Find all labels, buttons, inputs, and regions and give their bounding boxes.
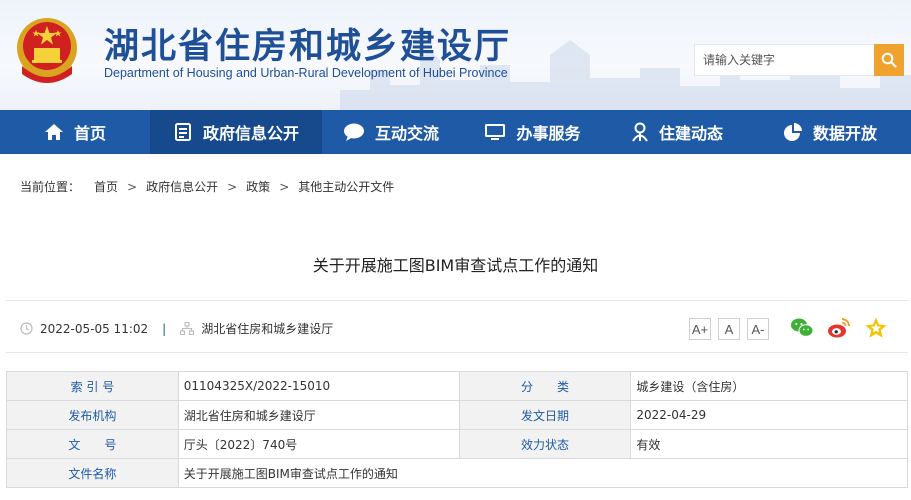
table-row: 文件名称 关于开展施工图BIM审查试点工作的通知	[6, 458, 909, 488]
favorite-star-icon[interactable]	[864, 316, 888, 340]
category-label: 分 类	[458, 371, 632, 401]
person-pin-icon	[632, 122, 648, 142]
issue-date-value: 2022-04-29	[630, 400, 908, 430]
breadcrumb-separator: >	[127, 180, 138, 194]
font-reset-button[interactable]: A	[718, 318, 740, 340]
search-box	[694, 44, 904, 76]
table-row: 文 号 厅头〔2022〕740号 效力状态 有效	[6, 429, 908, 459]
nav-home-label: 首页	[73, 124, 106, 143]
index-no-label: 索 引 号	[6, 371, 179, 401]
breadcrumb-item-home[interactable]: 首页	[94, 180, 118, 194]
article-title: 关于开展施工图BIM审查试点工作的通知	[312, 256, 599, 275]
issue-date-label: 发文日期	[458, 400, 632, 430]
nav-gov-info-label: 政府信息公开	[202, 124, 299, 143]
font-decrease-button[interactable]: A-	[747, 318, 769, 340]
font-size-controls: A+ A A-	[689, 318, 769, 340]
breadcrumb-separator: >	[227, 180, 238, 194]
pie-chart-icon	[783, 123, 802, 141]
publisher-label: 发布机构	[6, 400, 179, 430]
divider	[6, 300, 908, 301]
nav-open-data-label: 数据开放	[812, 124, 877, 143]
nav-open-data[interactable]: 数据开放	[749, 110, 911, 154]
doc-number-label: 文 号	[6, 429, 179, 459]
publish-datetime: 2022-05-05 11:02	[40, 321, 149, 336]
breadcrumb-item-other-files[interactable]: 其他主动公开文件	[298, 180, 394, 194]
publisher-value: 湖北省住房和城乡建设厅	[177, 400, 460, 430]
share-bar	[790, 316, 888, 340]
search-icon	[881, 52, 897, 68]
document-list-icon	[174, 123, 191, 141]
divider	[6, 352, 908, 353]
national-emblem-icon	[17, 18, 77, 83]
site-title: 湖北省住房和城乡建设厅	[104, 26, 512, 67]
monitor-icon	[485, 124, 506, 140]
search-button[interactable]	[874, 44, 904, 76]
wechat-icon[interactable]	[790, 316, 814, 340]
org-chart-icon	[180, 322, 195, 335]
publish-source: 湖北省住房和城乡建设厅	[201, 322, 334, 336]
weibo-icon[interactable]	[827, 316, 851, 340]
clock-icon	[20, 322, 33, 335]
nav-interaction[interactable]: 互动交流	[322, 110, 460, 154]
table-row: 索 引 号 01104325X/2022-15010 分 类 城乡建设（含住房）	[6, 371, 908, 401]
breadcrumb-item-gov-info[interactable]: 政府信息公开	[146, 180, 218, 194]
breadcrumb-separator: >	[279, 180, 290, 194]
validity-label: 效力状态	[458, 429, 632, 459]
nav-news-label: 住建动态	[658, 124, 723, 143]
nav-news[interactable]: 住建动态	[605, 110, 749, 154]
font-increase-button[interactable]: A+	[689, 318, 711, 340]
document-info-table: 索 引 号 01104325X/2022-15010 分 类 城乡建设（含住房）…	[6, 371, 909, 488]
nav-services[interactable]: 办事服务	[460, 110, 605, 154]
nav-services-label: 办事服务	[516, 124, 581, 143]
index-no-value: 01104325X/2022-15010	[177, 371, 460, 401]
home-icon	[44, 124, 63, 140]
file-name-value: 关于开展施工图BIM审查试点工作的通知	[177, 458, 909, 488]
site-header: 湖北省住房和城乡建设厅 Department of Housing and Ur…	[0, 0, 911, 110]
breadcrumb: 当前位置： 首页 > 政府信息公开 > 政策 > 其他主动公开文件	[20, 178, 394, 195]
doc-number-value: 厅头〔2022〕740号	[177, 429, 460, 459]
main-nav: 首页 政府信息公开 互动交流 办事服务 住建动态 数据开放	[0, 110, 911, 154]
chat-bubble-icon	[343, 123, 364, 141]
nav-home[interactable]: 首页	[0, 110, 150, 154]
nav-gov-info[interactable]: 政府信息公开	[150, 110, 322, 154]
search-input[interactable]	[695, 45, 875, 75]
table-row: 发布机构 湖北省住房和城乡建设厅 发文日期 2022-04-29	[6, 400, 908, 430]
site-subtitle: Department of Housing and Urban-Rural De…	[104, 66, 508, 80]
meta-divider: |	[162, 321, 167, 336]
category-value: 城乡建设（含住房）	[630, 371, 908, 401]
file-name-label: 文件名称	[6, 458, 179, 488]
article-meta: 2022-05-05 11:02 | 湖北省住房和城乡建设厅	[20, 320, 333, 337]
validity-value: 有效	[630, 429, 908, 459]
breadcrumb-lead: 当前位置：	[20, 180, 81, 194]
breadcrumb-item-policy[interactable]: 政策	[246, 180, 270, 194]
nav-interaction-label: 互动交流	[374, 124, 439, 143]
